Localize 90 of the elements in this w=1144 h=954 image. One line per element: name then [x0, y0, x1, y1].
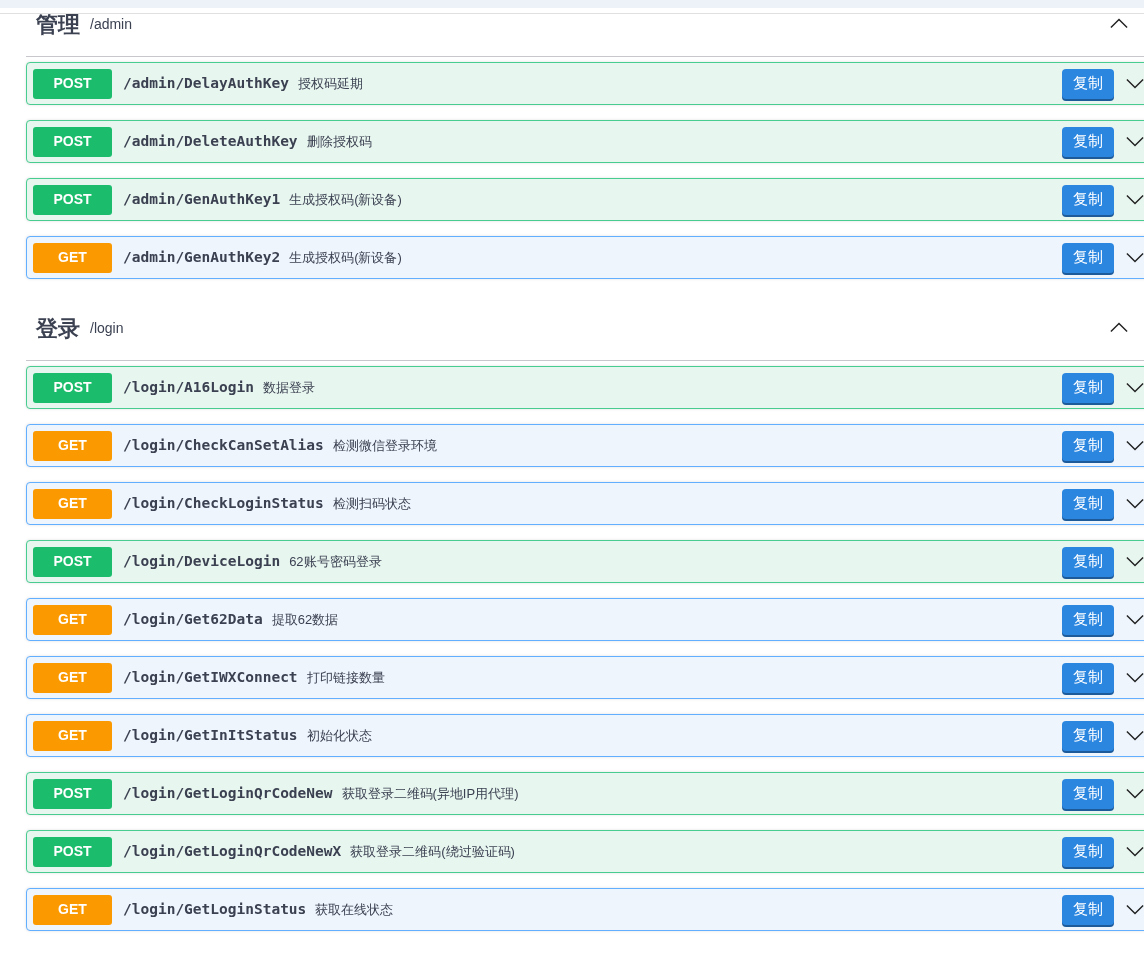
endpoint-row[interactable]: POST /admin/DelayAuthKey 授权码延期 复制: [26, 62, 1144, 105]
copy-button[interactable]: 复制: [1062, 126, 1114, 157]
endpoint-summary: 获取登录二维码(绕过验证码): [350, 842, 515, 861]
endpoint-path: /login/DeviceLogin: [123, 551, 281, 571]
endpoint-row[interactable]: GET /login/GetInItStatus 初始化状态 复制: [26, 714, 1144, 757]
copy-button[interactable]: 复制: [1062, 778, 1114, 809]
method-badge: POST: [33, 68, 112, 99]
method-badge: GET: [33, 242, 112, 273]
endpoint-path: /login/CheckCanSetAlias: [123, 435, 324, 455]
method-badge: GET: [33, 894, 112, 925]
endpoint-summary: 获取在线状态: [315, 900, 394, 919]
endpoint-summary: 删除授权码: [306, 132, 372, 151]
chevron-down-icon[interactable]: [1126, 440, 1144, 451]
endpoint-row[interactable]: GET /login/CheckLoginStatus 检测扫码状态 复制: [26, 482, 1144, 525]
method-badge: POST: [33, 372, 112, 403]
endpoint-path: /login/GetLoginQrCodeNew: [123, 783, 333, 803]
endpoint-row[interactable]: GET /login/Get62Data 提取62数据 复制: [26, 598, 1144, 641]
section-title: 管理: [36, 14, 80, 36]
copy-button[interactable]: 复制: [1062, 430, 1114, 461]
copy-button[interactable]: 复制: [1062, 546, 1114, 577]
endpoint-row[interactable]: GET /login/GetIWXConnect 打印链接数量 复制: [26, 656, 1144, 699]
chevron-down-icon[interactable]: [1126, 78, 1144, 89]
endpoint-path: /login/GetIWXConnect: [123, 667, 298, 687]
endpoint-summary: 初始化状态: [306, 726, 372, 745]
copy-button[interactable]: 复制: [1062, 662, 1114, 693]
chevron-down-icon[interactable]: [1126, 904, 1144, 915]
chevron-down-icon[interactable]: [1126, 252, 1144, 263]
method-badge: GET: [33, 720, 112, 751]
endpoint-summary: 数据登录: [262, 378, 315, 397]
endpoint-row[interactable]: GET /login/CheckCanSetAlias 检测微信登录环境 复制: [26, 424, 1144, 467]
chevron-down-icon[interactable]: [1126, 788, 1144, 799]
endpoint-summary: 生成授权码(新设备): [289, 190, 402, 209]
section-path: /login: [90, 319, 124, 338]
copy-button[interactable]: 复制: [1062, 184, 1114, 215]
endpoint-path: /login/GetInItStatus: [123, 725, 298, 745]
endpoint-path: /login/GetLoginStatus: [123, 899, 307, 919]
chevron-down-icon[interactable]: [1126, 614, 1144, 625]
method-badge: POST: [33, 126, 112, 157]
chevron-down-icon[interactable]: [1126, 730, 1144, 741]
section-title: 登录: [36, 318, 80, 340]
endpoint-summary: 检测扫码状态: [332, 494, 411, 513]
endpoint-row[interactable]: POST /admin/DeleteAuthKey 删除授权码 复制: [26, 120, 1144, 163]
endpoint-path: /admin/DeleteAuthKey: [123, 131, 298, 151]
endpoint-path: /login/A16Login: [123, 377, 254, 397]
endpoint-path: /login/CheckLoginStatus: [123, 493, 324, 513]
copy-button[interactable]: 复制: [1062, 372, 1114, 403]
endpoint-summary: 提取62数据: [271, 610, 339, 629]
endpoint-summary: 检测微信登录环境: [332, 436, 437, 455]
method-badge: GET: [33, 488, 112, 519]
endpoint-path: /login/GetLoginQrCodeNewX: [123, 841, 342, 861]
copy-button[interactable]: 复制: [1062, 720, 1114, 751]
endpoint-row[interactable]: POST /login/GetLoginQrCodeNew 获取登录二维码(异地IP用代理) 复制: [26, 772, 1144, 815]
endpoint-summary: 获取登录二维码(异地IP用代理): [341, 784, 519, 803]
endpoint-row[interactable]: POST /login/A16Login 数据登录 复制: [26, 366, 1144, 409]
section-path: /admin: [90, 15, 133, 34]
copy-button[interactable]: 复制: [1062, 894, 1114, 925]
method-badge: GET: [33, 430, 112, 461]
copy-button[interactable]: 复制: [1062, 242, 1114, 273]
endpoint-path: /admin/GenAuthKey1: [123, 189, 281, 209]
endpoint-summary: 打印链接数量: [306, 668, 385, 687]
endpoint-summary: 生成授权码(新设备): [289, 248, 402, 267]
chevron-down-icon[interactable]: [1126, 846, 1144, 857]
copy-button[interactable]: 复制: [1062, 604, 1114, 635]
endpoint-row[interactable]: POST /login/GetLoginQrCodeNewX 获取登录二维码(绕过验证码) 复制: [26, 830, 1144, 873]
endpoint-path: /admin/GenAuthKey2: [123, 247, 281, 267]
endpoint-row[interactable]: GET /login/GetLoginStatus 获取在线状态 复制: [26, 888, 1144, 931]
copy-button[interactable]: 复制: [1062, 488, 1114, 519]
chevron-up-icon[interactable]: [1110, 18, 1128, 29]
endpoint-path: /admin/DelayAuthKey: [123, 73, 289, 93]
chevron-down-icon[interactable]: [1126, 382, 1144, 393]
copy-button[interactable]: 复制: [1062, 836, 1114, 867]
endpoint-row[interactable]: POST /login/DeviceLogin 62账号密码登录 复制: [26, 540, 1144, 583]
endpoint-row[interactable]: GET /admin/GenAuthKey2 生成授权码(新设备) 复制: [26, 236, 1144, 279]
endpoint-summary: 授权码延期: [297, 74, 363, 93]
chevron-down-icon[interactable]: [1126, 194, 1144, 205]
endpoint-path: /login/Get62Data: [123, 609, 263, 629]
chevron-up-icon[interactable]: [1110, 322, 1128, 333]
chevron-down-icon[interactable]: [1126, 498, 1144, 509]
method-badge: GET: [33, 604, 112, 635]
method-badge: POST: [33, 836, 112, 867]
chevron-down-icon[interactable]: [1126, 556, 1144, 567]
method-badge: POST: [33, 184, 112, 215]
method-badge: POST: [33, 546, 112, 577]
method-badge: POST: [33, 778, 112, 809]
method-badge: GET: [33, 662, 112, 693]
copy-button[interactable]: 复制: [1062, 68, 1114, 99]
endpoint-summary: 62账号密码登录: [289, 552, 382, 571]
endpoint-row[interactable]: POST /admin/GenAuthKey1 生成授权码(新设备) 复制: [26, 178, 1144, 221]
chevron-down-icon[interactable]: [1126, 136, 1144, 147]
chevron-down-icon[interactable]: [1126, 672, 1144, 683]
